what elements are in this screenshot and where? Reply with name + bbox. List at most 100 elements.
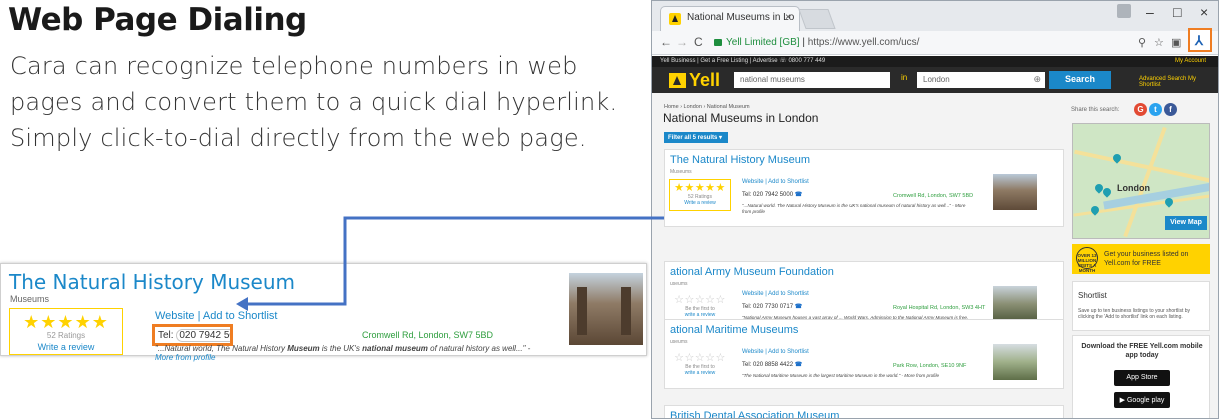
close-button[interactable]: × [1200, 4, 1208, 20]
yell-top-links[interactable]: Yell Business | Get a Free Listing | Adv… [660, 56, 825, 67]
write-review-link[interactable]: write a review [670, 312, 730, 319]
browser-tab[interactable]: National Museums in Lo × [660, 6, 800, 31]
caption-title: Web Page Dialing [8, 2, 307, 38]
write-review-link[interactable]: write a review [670, 370, 730, 377]
reload-icon[interactable]: C [694, 35, 703, 49]
profile-icon[interactable] [1117, 4, 1131, 18]
yell-logo-text: Yell [689, 70, 721, 90]
google-plus-icon[interactable]: G [1134, 103, 1147, 116]
result-title[interactable]: ational Maritime Museums [670, 324, 798, 336]
zoom-rating-box: ★★★★★ 52 Ratings Write a review [9, 308, 123, 355]
title-bar: National Museums in Lo × – □ × [652, 1, 1218, 31]
in-label: in [901, 73, 908, 82]
yell-logo-icon [669, 73, 686, 88]
result-snippet: "...Natural world. The Natural History M… [742, 203, 966, 214]
phone-icon[interactable]: ☎ [795, 192, 802, 198]
tab-close-icon[interactable]: × [785, 12, 791, 23]
result-photo[interactable] [993, 286, 1037, 322]
google-play-button[interactable]: ▶ Google play [1114, 392, 1170, 408]
facebook-icon[interactable]: f [1164, 103, 1177, 116]
cara-dial-icon: ⅄ [1195, 33, 1203, 48]
twitter-icon[interactable]: t [1149, 103, 1162, 116]
tel-number[interactable]: 020 8858 4422 [753, 362, 793, 368]
url-field[interactable]: Yell Limited [GB] | https://www.yell.com… [712, 34, 1132, 52]
map-city-label: London [1117, 183, 1150, 193]
result-photo[interactable] [993, 174, 1037, 210]
result-title[interactable]: ational Army Museum Foundation [670, 266, 834, 278]
zoom-result-title[interactable]: The Natural History Museum [9, 270, 295, 294]
write-review-link[interactable]: Write a review [670, 200, 730, 207]
yell-search-button[interactable]: Search [1049, 71, 1111, 89]
more-from-profile-link[interactable]: More from profile [155, 353, 215, 362]
phone-icon[interactable]: ☎ [795, 304, 802, 310]
result-phone[interactable]: Tel: 020 7942 5000 ☎ [742, 191, 802, 198]
result-phone[interactable]: Tel: 020 8858 4422 ☎ [742, 361, 802, 368]
zoom-website-shortlist-links[interactable]: Website | Add to Shortlist [155, 310, 278, 322]
snippet-text: is the UK's [319, 344, 363, 353]
result-photo[interactable] [993, 344, 1037, 380]
new-tab-button[interactable] [798, 9, 836, 29]
result-title[interactable]: British Dental Association Museum [670, 410, 839, 418]
result-phone[interactable]: Tel: 020 7730 0717 ☎ [742, 303, 802, 310]
rating-stars: ★★★★★ [674, 182, 726, 194]
locate-icon[interactable]: ⊕ [1033, 74, 1041, 85]
advanced-search-link[interactable]: Advanced Search My Shortlist [1139, 76, 1218, 88]
mini-map[interactable]: London View Map [1072, 123, 1210, 239]
zoom-phone-highlight[interactable]: Tel: 020 7942 5000 ☎ [152, 324, 233, 346]
browser-window: National Museums in Lo × – □ × ← → C Yel… [651, 0, 1219, 419]
website-shortlist-links[interactable]: Website | Add to Shortlist [742, 291, 809, 297]
forward-icon[interactable]: → [676, 35, 688, 49]
minimize-button[interactable]: – [1146, 4, 1154, 20]
star-icon[interactable]: ☆ [1154, 36, 1164, 49]
phone-icon[interactable]: ☎ [795, 362, 802, 368]
yell-search-input[interactable]: national museums [734, 72, 890, 88]
website-shortlist-links[interactable]: Website | Add to Shortlist [742, 179, 809, 185]
zoom-write-review-link[interactable]: Write a review [10, 341, 122, 353]
map-road [1074, 149, 1209, 183]
yell-favicon-icon [669, 13, 681, 25]
search-icon[interactable]: ⚲ [1138, 36, 1146, 49]
snippet-bold: Museum [287, 344, 320, 353]
tel-number[interactable]: 020 7730 0717 [753, 304, 793, 310]
address-bar: ← → C Yell Limited [GB] | https://www.ye… [652, 31, 1218, 55]
rating-stars: ☆☆☆☆☆ [674, 294, 726, 306]
breadcrumb[interactable]: Home › London › National Museum [664, 104, 750, 110]
website-shortlist-links[interactable]: Website | Add to Shortlist [742, 349, 809, 355]
map-road [1123, 126, 1167, 238]
yell-results-area: Home › London › National Museum National… [652, 93, 1218, 418]
tel-label: Tel: [742, 362, 752, 368]
zoom-rating-stars: ★★★★★ [23, 312, 109, 332]
promo-badge: OVER 13 MILLION VISITS A MONTH [1076, 247, 1098, 273]
yell-location-input[interactable]: London ⊕ [917, 72, 1045, 88]
zoom-result-address: Cromwell Rd, London, SW7 5BD [362, 330, 494, 340]
cara-extension-button[interactable]: ⅄ [1188, 28, 1212, 52]
free-listing-promo[interactable]: OVER 13 MILLION VISITS A MONTH Get your … [1072, 244, 1210, 274]
result-address: Royal Hospital Rd, London, SW3 4HT [893, 305, 986, 311]
snippet-text: "...Natural world, The Natural History [155, 344, 288, 353]
result-address: Park Row, London, SE10 9NF [893, 363, 967, 369]
back-icon[interactable]: ← [660, 35, 672, 49]
share-label: Share this search: [1071, 107, 1120, 113]
tel-number[interactable]: 020 7942 5000 [753, 192, 793, 198]
extension-icon[interactable]: ▣ [1171, 36, 1181, 49]
result-card: British Dental Association Museum [664, 405, 1064, 418]
zoom-result-category: Museums [10, 294, 50, 304]
result-category: useums [670, 339, 688, 345]
zoom-tel-number[interactable]: 020 7942 5000 [179, 330, 230, 341]
shortlist-description: Save up to ten business listings to your… [1078, 308, 1191, 320]
snippet-bold: national museum [362, 344, 428, 353]
promo-text[interactable]: Get your business listed on Yell.com for… [1104, 250, 1210, 268]
yell-header: Yell national museums in London ⊕ Search… [652, 67, 1218, 93]
zoomed-listing-callout: The Natural History Museum Museums ★★★★★… [0, 263, 647, 362]
view-map-button[interactable]: View Map [1165, 216, 1207, 230]
filter-results-button[interactable]: Filter all 5 results ▾ [664, 132, 728, 143]
result-title[interactable]: The Natural History Museum [670, 154, 810, 166]
my-account-link[interactable]: My Account [1175, 56, 1206, 67]
yell-logo[interactable]: Yell [669, 70, 720, 91]
maximize-button[interactable]: □ [1173, 4, 1181, 20]
zoom-result-photo [569, 273, 643, 345]
tab-title: National Museums in Lo [687, 12, 795, 23]
zoom-dial-link[interactable]: 020 7942 5000 ☎ [176, 329, 230, 342]
app-store-button[interactable]: App Store [1114, 370, 1170, 386]
tel-label: Tel: [742, 192, 752, 198]
